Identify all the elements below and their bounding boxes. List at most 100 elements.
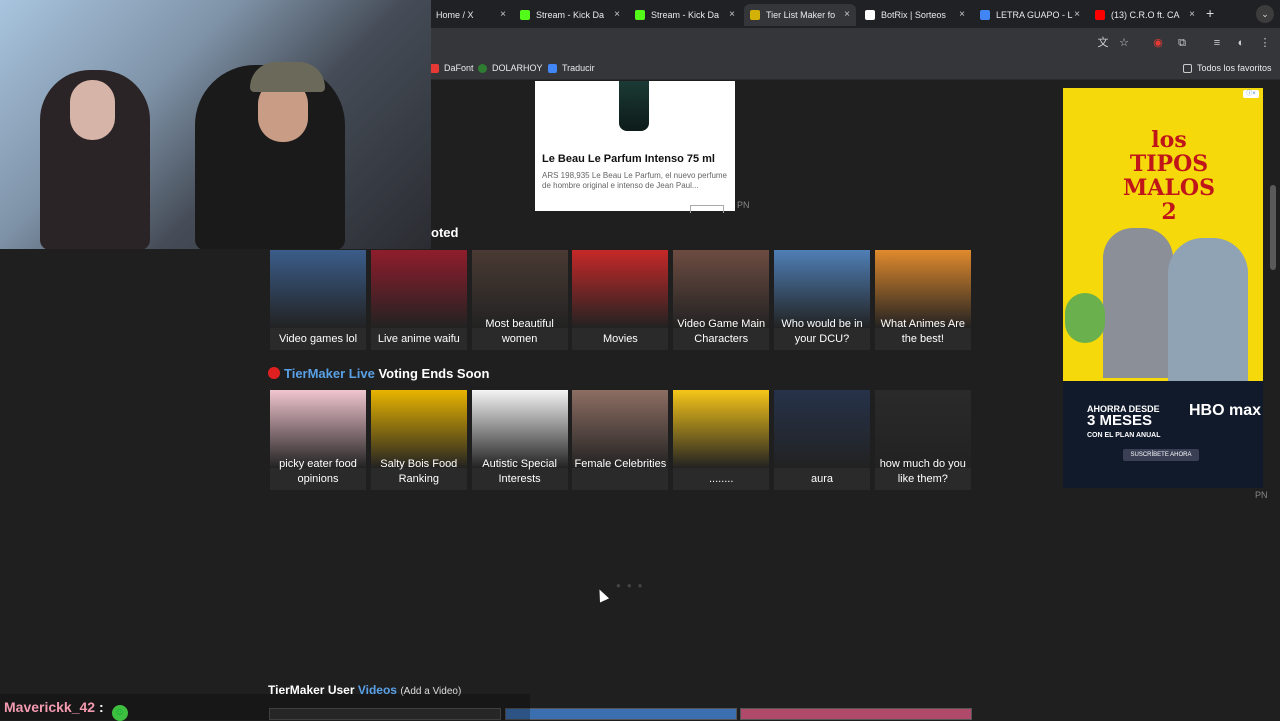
- ad-description: ARS 198,935 Le Beau Le Parfum, el nuevo …: [542, 171, 728, 190]
- tab-title: (13) C.R.O ft. CA: [1111, 10, 1180, 20]
- adchoices-icon[interactable]: ⓘ×: [1243, 90, 1259, 98]
- browser-menu-icon[interactable]: ⋮: [1258, 36, 1272, 50]
- ad-pn-label: PN: [737, 200, 750, 210]
- tierlist-card[interactable]: Movies: [572, 250, 669, 350]
- bookmark-traducir[interactable]: Traducir: [548, 63, 595, 73]
- offer-text: AHORRA DESDE 3 MESES CON EL PLAN ANUAL: [1087, 403, 1161, 442]
- translate-icon[interactable]: 文: [1096, 36, 1110, 50]
- streamer-webcam-overlay: [0, 0, 431, 249]
- tab-close-icon[interactable]: ×: [844, 9, 850, 20]
- movie-ad-title: los TIPOS MALOS 2: [1123, 127, 1215, 225]
- tiermaker-live-link[interactable]: TierMaker Live: [284, 366, 375, 381]
- card-label: picky eater food opinions: [279, 458, 357, 485]
- new-tab-button[interactable]: +: [1206, 5, 1214, 21]
- camo-cap-image: [250, 62, 325, 92]
- video-thumbnail[interactable]: [740, 708, 972, 720]
- offer-line3: CON EL PLAN ANUAL: [1087, 432, 1161, 439]
- ad-button[interactable]: [690, 205, 724, 213]
- card-label: Video Game Main Characters: [677, 318, 766, 345]
- tab-title: Stream - Kick Da: [536, 10, 605, 20]
- tierlist-card[interactable]: Who would be in your DCU?: [774, 250, 870, 350]
- browser-tab[interactable]: Stream - Kick Da ×: [514, 4, 626, 26]
- big-ad-pn-label: PN: [1255, 490, 1268, 500]
- dolarhoy-icon: [478, 63, 487, 73]
- tab-close-icon[interactable]: ×: [614, 9, 620, 20]
- card-label: What Animes Are the best!: [880, 318, 965, 345]
- tierlist-card[interactable]: Live anime waifu: [370, 250, 467, 350]
- all-bookmarks-folder[interactable]: Todos los favoritos: [1183, 63, 1272, 73]
- product-ad-card[interactable]: Le Beau Le Parfum Intenso 75 ml ARS 198,…: [535, 81, 735, 213]
- browser-tab[interactable]: (13) C.R.O ft. CA ×: [1089, 4, 1201, 26]
- translate-bookmark-icon: [548, 63, 557, 73]
- tab-close-icon[interactable]: ×: [729, 9, 735, 20]
- tierlist-card[interactable]: ........: [673, 390, 770, 490]
- card-label: Video games lol: [278, 333, 358, 345]
- live-dot-icon: [268, 367, 280, 379]
- tierlist-card[interactable]: Video Game Main Characters: [673, 250, 770, 350]
- card-label: aura: [810, 473, 834, 485]
- browser-tab[interactable]: LETRA GUAPO - L ×: [974, 4, 1086, 26]
- page-scrollbar[interactable]: [1270, 185, 1276, 270]
- browser-tab[interactable]: Stream - Kick Da ×: [629, 4, 741, 26]
- tab-favicon-icon: [750, 10, 760, 20]
- card-label: Who would be in your DCU?: [781, 318, 863, 345]
- movie-ad-banner[interactable]: los TIPOS MALOS 2 ⓘ× AHORRA DESDE 3 MESE…: [1063, 88, 1263, 488]
- browser-tab[interactable]: Tier List Maker fo ×: [744, 4, 856, 26]
- card-thumbnail: [774, 390, 870, 468]
- tab-favicon-icon: [1095, 10, 1105, 20]
- folder-icon: [1183, 63, 1192, 73]
- profile-avatar-icon[interactable]: ◐: [1234, 36, 1248, 50]
- subscribe-button[interactable]: SUSCRÍBETE AHORA: [1123, 449, 1199, 461]
- tierlist-card[interactable]: Video games lol: [270, 250, 366, 350]
- wolf-character-image: [1103, 228, 1173, 378]
- tierlist-card[interactable]: picky eater food opinions: [270, 390, 366, 490]
- card-label: how much do you like them?: [879, 458, 966, 485]
- all-bookmarks-label: Todos los favoritos: [1197, 63, 1272, 73]
- browser-tab[interactable]: BotRix | Sorteos ×: [859, 4, 971, 26]
- tierlist-card[interactable]: What Animes Are the best!: [874, 250, 971, 350]
- chat-message-overlay: Maverickk_42 : ☺: [0, 694, 530, 721]
- tab-close-icon[interactable]: ×: [1189, 9, 1195, 20]
- chat-separator: :: [98, 699, 104, 715]
- card-label: Most beautiful women: [485, 318, 554, 345]
- bookmark-dolarhoy[interactable]: DOLARHOY: [478, 63, 543, 73]
- tab-close-icon[interactable]: ×: [959, 9, 965, 20]
- bookmark-dafont[interactable]: DaFont: [430, 63, 474, 73]
- browser-tab[interactable]: Home / X ×: [430, 4, 512, 26]
- tab-close-icon[interactable]: ×: [1074, 9, 1080, 20]
- tierlist-card[interactable]: aura: [774, 390, 870, 490]
- tab-close-icon[interactable]: ×: [500, 9, 506, 20]
- dafont-icon: [430, 63, 439, 73]
- card-label: Female Celebrities: [574, 458, 667, 470]
- tierlist-card[interactable]: how much do you like them?: [874, 390, 971, 490]
- card-label: Live anime waifu: [377, 333, 460, 345]
- card-thumbnail: [370, 250, 467, 328]
- tab-favicon-icon: [635, 10, 645, 20]
- streamer-left-face: [70, 80, 115, 140]
- tab-title: BotRix | Sorteos: [881, 10, 946, 20]
- hbo-offer-panel: AHORRA DESDE 3 MESES CON EL PLAN ANUAL H…: [1063, 381, 1263, 488]
- tab-search-button[interactable]: ⌄: [1256, 5, 1274, 23]
- record-extension-icon[interactable]: ◉: [1151, 36, 1165, 50]
- tierlist-card[interactable]: Female Celebrities: [572, 390, 669, 490]
- bookmark-label: DaFont: [444, 63, 474, 73]
- extensions-icon[interactable]: ⧉: [1175, 36, 1189, 50]
- live-section-title: TierMaker Live Voting Ends Soon: [268, 366, 489, 381]
- tierlist-card[interactable]: Salty Bois Food Ranking: [370, 390, 467, 490]
- ad-title: Le Beau Le Parfum Intenso 75 ml: [542, 153, 715, 165]
- piranha-character-image: [1065, 293, 1105, 343]
- bookmark-label: Traducir: [562, 63, 595, 73]
- tab-favicon-icon: [980, 10, 990, 20]
- media-controls-icon[interactable]: ≡: [1210, 36, 1224, 50]
- card-thumbnail: [572, 250, 669, 328]
- tab-favicon-icon: [520, 10, 530, 20]
- hbo-max-logo: HBO max: [1189, 402, 1262, 419]
- loading-indicator: ●●●: [616, 581, 649, 590]
- bookmark-star-icon[interactable]: ☆: [1117, 36, 1131, 50]
- card-thumbnail: [673, 390, 770, 468]
- tierlist-card[interactable]: Most beautiful women: [471, 250, 568, 350]
- perfume-bottle-image: [619, 81, 649, 131]
- video-thumbnail[interactable]: [505, 708, 737, 720]
- movie-ad-poster: los TIPOS MALOS 2 ⓘ×: [1063, 88, 1263, 381]
- tierlist-card[interactable]: Autistic Special Interests: [471, 390, 568, 490]
